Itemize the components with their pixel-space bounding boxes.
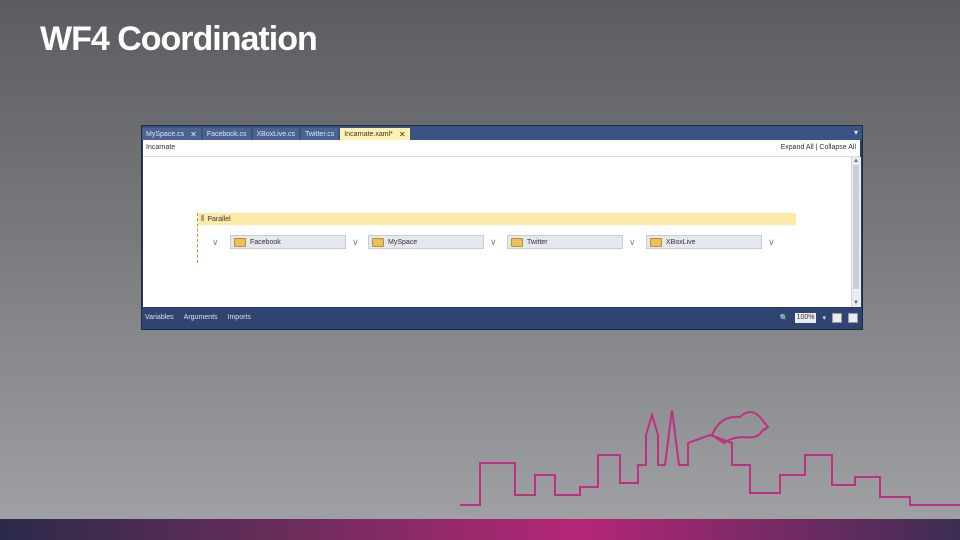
workflow-designer-screenshot: MySpace.cs ✕ Facebook.cs XBoxLive.cs Twi… <box>141 125 863 330</box>
separator: | <box>815 144 818 151</box>
activity-myspace[interactable]: MySpace <box>368 235 484 249</box>
designer-canvas[interactable]: ⫴ Parallel ∨ Facebook ∨ MySpace ∨ Twitte… <box>143 157 851 307</box>
folder-icon <box>511 237 523 247</box>
folder-icon <box>234 237 246 247</box>
tab-label: Twitter.cs <box>305 130 335 138</box>
vertical-scrollbar[interactable]: ▲ ▼ <box>851 157 861 307</box>
tab-label: Incarnate.xaml* <box>344 130 393 138</box>
drop-arrow-icon: ∨ <box>212 237 219 247</box>
folder-icon <box>650 237 662 247</box>
chevron-down-icon[interactable]: ▾ <box>822 314 826 322</box>
activity-label: Twitter <box>527 238 548 246</box>
scroll-up-icon[interactable]: ▲ <box>853 158 859 164</box>
document-tab-bar: MySpace.cs ✕ Facebook.cs XBoxLive.cs Twi… <box>142 126 862 140</box>
overview-map-icon[interactable] <box>848 313 858 323</box>
activity-label: MySpace <box>388 238 418 246</box>
parallel-header[interactable]: ⫴ Parallel <box>198 213 796 225</box>
scroll-down-icon[interactable]: ▼ <box>853 300 859 306</box>
tab-facebook[interactable]: Facebook.cs <box>202 128 251 140</box>
city-skyline-decoration <box>460 409 960 506</box>
activity-label: XBoxLive <box>666 238 696 246</box>
drop-arrow-icon: ∨ <box>768 237 775 247</box>
designer-statusbar: Variables Arguments Imports 🔍 100% ▾ <box>142 308 862 329</box>
tab-myspace[interactable]: MySpace.cs ✕ <box>142 128 201 140</box>
activity-xboxlive[interactable]: XBoxLive <box>646 235 762 249</box>
drop-arrow-icon: ∨ <box>490 237 497 247</box>
chevron-down-icon[interactable]: ▾ <box>854 128 858 137</box>
tab-label: Facebook.cs <box>206 130 247 138</box>
tab-incarnate[interactable]: Incarnate.xaml* ✕ <box>340 128 410 140</box>
tab-twitter[interactable]: Twitter.cs <box>301 128 339 140</box>
zoom-level[interactable]: 100% <box>794 313 817 323</box>
fit-to-screen-icon[interactable] <box>832 313 842 323</box>
expand-all-link[interactable]: Expand All <box>781 144 814 151</box>
parallel-label: Parallel <box>207 215 231 223</box>
tab-xboxlive[interactable]: XBoxLive.cs <box>252 128 300 140</box>
slide-title: WF4 Coordination <box>40 20 318 58</box>
tab-label: MySpace.cs <box>146 130 185 138</box>
activity-twitter[interactable]: Twitter <box>507 235 623 249</box>
close-icon[interactable]: ✕ <box>190 130 197 139</box>
parallel-branches: ∨ Facebook ∨ MySpace ∨ Twitter ∨ XBoxLiv… <box>198 235 796 251</box>
footer-band <box>0 519 960 540</box>
drop-arrow-icon: ∨ <box>629 237 636 247</box>
drop-arrow-icon: ∨ <box>352 237 359 247</box>
search-icon[interactable]: 🔍 <box>780 314 789 322</box>
collapse-all-link[interactable]: Collapse All <box>819 144 856 151</box>
breadcrumb-current[interactable]: Incarnate <box>146 144 175 151</box>
activity-label: Facebook <box>250 238 281 246</box>
imports-tab[interactable]: Imports <box>228 314 251 321</box>
parallel-activity[interactable]: ⫴ Parallel ∨ Facebook ∨ MySpace ∨ Twitte… <box>197 213 796 263</box>
tab-label: XBoxLive.cs <box>256 130 296 138</box>
activity-facebook[interactable]: Facebook <box>230 235 346 249</box>
variables-tab[interactable]: Variables <box>145 314 174 321</box>
parallel-icon: ⫴ <box>201 214 205 223</box>
scrollbar-thumb[interactable] <box>853 165 859 289</box>
arguments-tab[interactable]: Arguments <box>184 314 218 321</box>
close-icon[interactable]: ✕ <box>399 130 406 139</box>
folder-icon <box>372 237 384 247</box>
breadcrumb: Incarnate Expand All | Collapse All <box>143 140 860 157</box>
